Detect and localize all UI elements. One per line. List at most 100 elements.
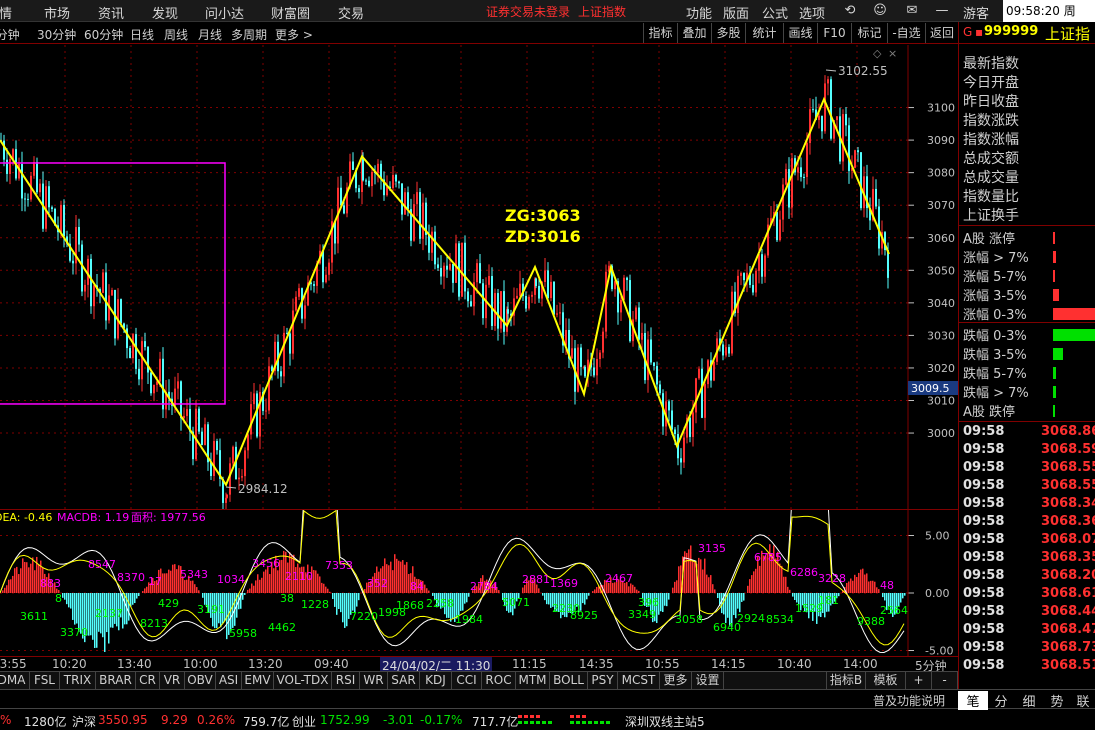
remove-indicator-button[interactable]: - bbox=[932, 672, 958, 690]
price-chart[interactable]: 3000 3010 3020 3030 3040 3050 3060 3070 3080 3090… bbox=[0, 45, 958, 510]
candle-body bbox=[827, 79, 829, 84]
macd-chart[interactable]: 10.005.000.00-5.008838547837017534310343… bbox=[0, 472, 958, 658]
help-link[interactable]: 普及功能说明 bbox=[873, 692, 945, 709]
tab-dma[interactable]: DMA bbox=[0, 672, 30, 690]
menu-quotes[interactable]: 行情 bbox=[0, 3, 12, 22]
period-multi[interactable]: 多周期 bbox=[231, 26, 267, 43]
menu-wealth-circle[interactable]: 财富圈 bbox=[271, 3, 310, 22]
y-tick-label: 3040 bbox=[927, 297, 955, 310]
indicator-button[interactable]: 指标 bbox=[643, 23, 677, 43]
add-indicator-button[interactable]: + bbox=[906, 672, 932, 690]
menu-trade[interactable]: 交易 bbox=[338, 3, 364, 22]
tab-brar[interactable]: BRAR bbox=[96, 672, 136, 690]
candle-body bbox=[803, 176, 805, 178]
tab-trade-by-trade[interactable]: 笔 bbox=[958, 691, 988, 710]
f10-button[interactable]: F10 bbox=[817, 23, 851, 43]
tab-vr[interactable]: VR bbox=[160, 672, 185, 690]
macd-bar bbox=[882, 593, 884, 598]
candle-body bbox=[626, 277, 628, 281]
menu-news[interactable]: 资讯 bbox=[98, 3, 124, 22]
menu-formula[interactable]: 公式 bbox=[762, 3, 788, 22]
draw-line-button[interactable]: 画线 bbox=[783, 23, 817, 43]
tab-cci[interactable]: CCI bbox=[452, 672, 482, 690]
menu-assistant[interactable]: 问小达 bbox=[205, 3, 244, 22]
tab-mtm[interactable]: MTM bbox=[516, 672, 550, 690]
macd-bar bbox=[668, 593, 670, 600]
tab-rsi[interactable]: RSI bbox=[332, 672, 360, 690]
tab-sar[interactable]: SAR bbox=[388, 672, 420, 690]
dist-bar bbox=[1053, 367, 1056, 379]
tab-emv[interactable]: EMV bbox=[242, 672, 274, 690]
tab-roc[interactable]: ROC bbox=[482, 672, 516, 690]
tick-time: 09:58 bbox=[963, 532, 1005, 547]
candle-body bbox=[531, 294, 533, 297]
ticker-hs-label[interactable]: 沪深 bbox=[72, 713, 96, 730]
period-60min[interactable]: 60分钟 bbox=[84, 26, 123, 43]
macd-area-label: 2258 bbox=[426, 597, 454, 610]
statistics-button[interactable]: 统计 bbox=[745, 23, 783, 43]
tab-wr[interactable]: WR bbox=[360, 672, 388, 690]
login-status[interactable]: 证券交易未登录 bbox=[486, 3, 570, 20]
tab-settings[interactable]: 设置 bbox=[692, 672, 724, 690]
server-label[interactable]: 深圳双线主站5 bbox=[625, 713, 705, 730]
candle-body bbox=[186, 409, 188, 416]
template-button[interactable]: 模板 bbox=[866, 672, 906, 690]
period-more[interactable]: 更多 > bbox=[275, 26, 313, 43]
period-30min[interactable]: 30分钟 bbox=[37, 26, 76, 43]
back-button[interactable]: 返回 bbox=[925, 23, 958, 43]
menu-layout[interactable]: 版面 bbox=[723, 3, 749, 22]
minimize-icon[interactable]: — bbox=[932, 2, 952, 20]
tab-obv[interactable]: OBV bbox=[185, 672, 216, 690]
tab-psy[interactable]: PSY bbox=[588, 672, 618, 690]
tab-vol-tdx[interactable]: VOL-TDX bbox=[274, 672, 332, 690]
price-chart-svg[interactable]: 3000 3010 3020 3030 3040 3050 3060 3070 3080 3090… bbox=[0, 45, 958, 510]
tab-more[interactable]: 更多 bbox=[660, 672, 692, 690]
y-tick-label: 5.00 bbox=[925, 530, 950, 543]
candle-body bbox=[78, 227, 80, 245]
mail-icon[interactable]: ✉ bbox=[902, 2, 922, 20]
tab-detail[interactable]: 细 bbox=[1014, 691, 1044, 710]
refresh-icon[interactable]: ⟲ bbox=[840, 2, 860, 20]
tab-mcst[interactable]: MCST bbox=[618, 672, 660, 690]
tab-trix[interactable]: TRIX bbox=[60, 672, 96, 690]
period-5min[interactable]: 5分钟 bbox=[0, 26, 20, 43]
menu-options[interactable]: 选项 bbox=[799, 3, 825, 22]
tab-link[interactable]: 联 bbox=[1068, 691, 1095, 710]
menu-discover[interactable]: 发现 bbox=[152, 3, 178, 22]
indicator-b-button[interactable]: 指标B bbox=[826, 672, 866, 690]
tab-fsl[interactable]: FSL bbox=[30, 672, 60, 690]
candle-body bbox=[204, 424, 206, 445]
macd-area-label: 396 bbox=[638, 596, 659, 609]
remove-watchlist-button[interactable]: -自选 bbox=[887, 23, 925, 43]
tick-time: 09:58 bbox=[963, 604, 1005, 619]
candle-body bbox=[362, 156, 364, 181]
macd-bar bbox=[747, 585, 749, 593]
ticker-cy-label[interactable]: 创业 bbox=[292, 713, 316, 730]
tab-asi[interactable]: ASI bbox=[216, 672, 242, 690]
multi-stock-button[interactable]: 多股 bbox=[711, 23, 745, 43]
tick-price: 3068.07 bbox=[1041, 532, 1095, 547]
user-icon[interactable]: ☺ bbox=[870, 2, 890, 20]
candle-body bbox=[253, 393, 255, 405]
tab-boll[interactable]: BOLL bbox=[550, 672, 588, 690]
macd-chart-svg[interactable]: 10.005.000.00-5.008838547837017534310343… bbox=[0, 472, 958, 658]
macd-bar bbox=[90, 593, 92, 636]
menu-market[interactable]: 市场 bbox=[44, 3, 70, 22]
macd-bar bbox=[787, 586, 789, 593]
tab-kdj[interactable]: KDJ bbox=[420, 672, 452, 690]
macd-area-label: 5071 bbox=[502, 596, 530, 609]
overlay-button[interactable]: 叠加 bbox=[677, 23, 711, 43]
macd-bar bbox=[712, 584, 714, 593]
period-day[interactable]: 日线 bbox=[130, 26, 154, 43]
macd-bar bbox=[402, 560, 404, 593]
tab-minute[interactable]: 分 bbox=[986, 691, 1016, 710]
candle-body bbox=[132, 334, 134, 359]
period-month[interactable]: 月线 bbox=[198, 26, 222, 43]
mark-button[interactable]: 标记 bbox=[851, 23, 887, 43]
tab-cr[interactable]: CR bbox=[136, 672, 160, 690]
period-week[interactable]: 周线 bbox=[164, 26, 188, 43]
user-label[interactable]: 游客 bbox=[963, 3, 989, 22]
macd-bar bbox=[660, 593, 662, 612]
menu-functions[interactable]: 功能 bbox=[686, 3, 712, 22]
tick-time: 09:58 bbox=[963, 568, 1005, 583]
